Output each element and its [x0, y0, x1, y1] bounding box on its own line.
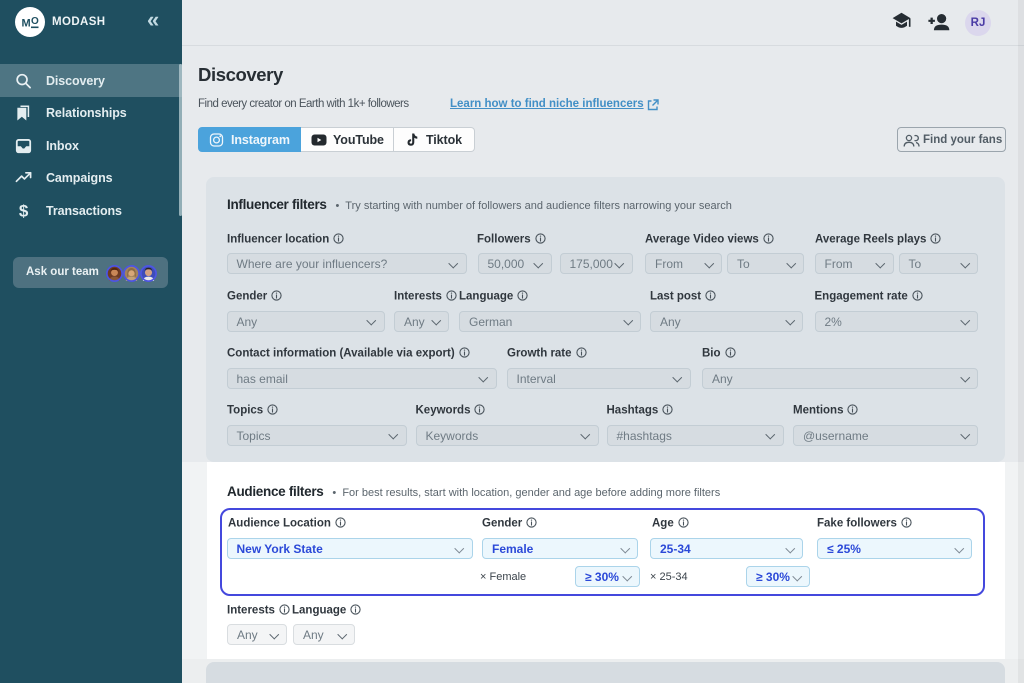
svg-text:O: O [31, 16, 39, 27]
svg-text:M: M [22, 18, 31, 30]
